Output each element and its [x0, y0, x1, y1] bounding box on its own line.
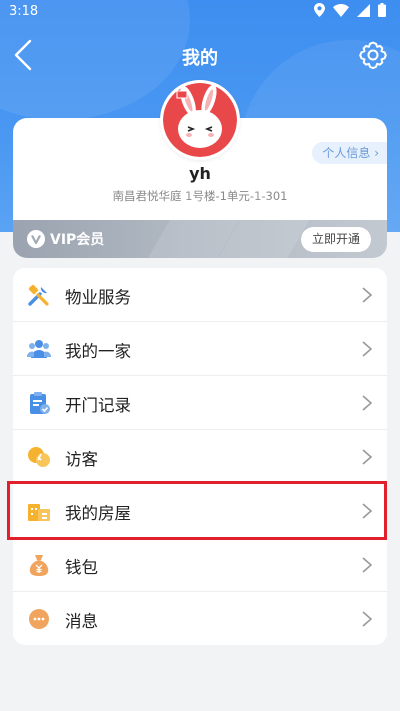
chevron-right-icon	[362, 557, 373, 573]
vip-icon	[27, 230, 45, 248]
personal-info-button[interactable]: 个人信息 ›	[312, 142, 387, 164]
bunny-avatar-icon	[163, 83, 237, 157]
vip-bar: VIP会员 立即开通	[13, 190, 387, 258]
menu-item-property-service[interactable]: 物业服务	[13, 268, 387, 322]
menu-item-label: 物业服务	[65, 288, 131, 307]
menu-item-label: 我的房屋	[65, 504, 131, 523]
tools-icon	[28, 284, 49, 306]
activate-vip-button[interactable]: 立即开通	[300, 227, 371, 252]
house-icon	[28, 504, 50, 521]
visitor-icon	[28, 447, 50, 467]
menu-item-label: 开门记录	[65, 396, 131, 415]
signal-icon	[357, 3, 370, 17]
avatar[interactable]	[160, 80, 240, 160]
menu-item-visitor[interactable]: 访客	[13, 430, 387, 484]
clipboard-check-icon	[30, 392, 50, 414]
menu-item-door-records[interactable]: 开门记录	[13, 376, 387, 430]
username: yh	[189, 164, 211, 183]
menu-item-my-family[interactable]: 我的一家	[13, 322, 387, 376]
family-icon	[27, 340, 51, 358]
chevron-right-icon	[362, 395, 373, 411]
menu-item-wallet[interactable]: 钱包	[13, 538, 387, 592]
menu-list: 物业服务 我的一家 开门记录 访客 我的房屋 钱包 消息	[13, 268, 387, 645]
battery-icon	[378, 3, 386, 17]
chevron-right-icon	[362, 449, 373, 465]
status-time: 3:18	[9, 4, 39, 19]
menu-item-messages[interactable]: 消息	[13, 592, 387, 646]
money-bag-icon	[29, 555, 49, 576]
chevron-right-icon	[362, 611, 373, 627]
wifi-icon	[333, 3, 349, 17]
menu-item-label: 钱包	[65, 558, 98, 577]
chevron-right-icon	[362, 287, 373, 303]
message-icon	[29, 609, 49, 629]
menu-item-label: 消息	[65, 612, 98, 631]
menu-item-label: 我的一家	[65, 342, 131, 361]
menu-item-label: 访客	[65, 450, 98, 469]
page-title: 我的	[182, 48, 218, 69]
location-icon	[314, 3, 325, 17]
gear-icon[interactable]	[358, 40, 388, 70]
vip-label: VIP会员	[50, 232, 105, 248]
menu-item-my-house[interactable]: 我的房屋	[13, 484, 387, 538]
chevron-right-icon	[362, 503, 373, 519]
chevron-right-icon	[362, 341, 373, 357]
status-bar: 3:18	[0, 0, 400, 24]
